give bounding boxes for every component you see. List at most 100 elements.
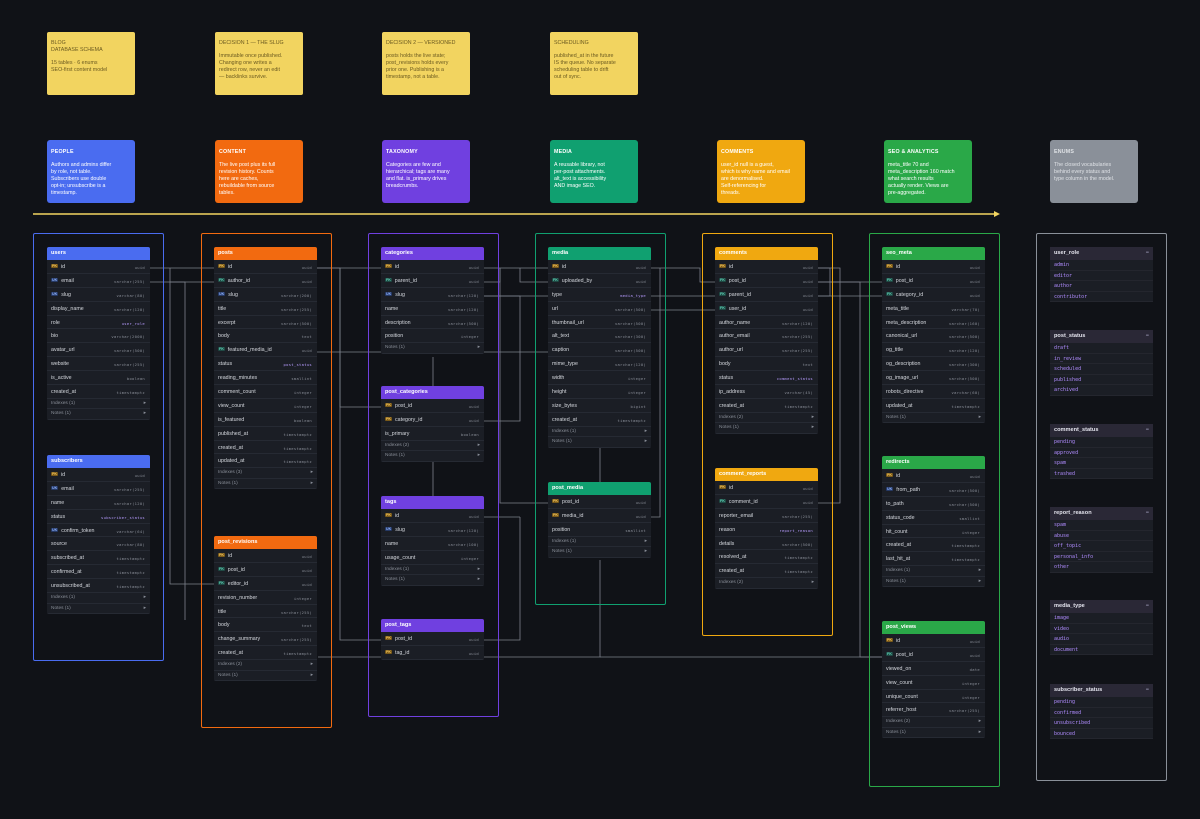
table-footer-toggle[interactable]: Notes (1) ▸ xyxy=(47,604,150,615)
table-row[interactable]: thumbnail_url varchar(500) xyxy=(548,316,651,330)
table-footer-toggle[interactable]: Indexes (3) ▸ xyxy=(214,468,317,479)
table-header[interactable]: post_categories xyxy=(381,386,484,399)
table-row[interactable]: referrer_host varchar(255) xyxy=(882,703,985,718)
table-footer-toggle[interactable]: Notes (1) ▸ xyxy=(214,479,317,490)
table-row[interactable]: title varchar(255) xyxy=(214,605,317,619)
table-footer-toggle[interactable]: Notes (1) ▸ xyxy=(882,577,985,588)
enum-report-reason[interactable]: report_reason ••• spam abuse off_topic person… xyxy=(1050,507,1153,573)
table-footer-toggle[interactable]: Notes (1) ▸ xyxy=(548,547,651,558)
table-row[interactable]: FK parent_id uuid xyxy=(715,288,818,302)
table-row[interactable]: UK slug varchar(200) xyxy=(214,288,317,302)
table-post-categories[interactable]: post_categories PK post_id uuid PK category_i… xyxy=(381,386,484,462)
table-header[interactable]: post_revisions xyxy=(214,536,317,549)
table-row[interactable]: created_at timestamptz xyxy=(882,538,985,553)
table-header[interactable]: tags xyxy=(381,496,484,509)
table-users[interactable]: users PK id uuid UK email varchar(255) UK slug va… xyxy=(47,247,150,420)
table-row[interactable]: PK tag_id uuid xyxy=(381,646,484,660)
table-row[interactable]: status_code smallint xyxy=(882,511,985,525)
table-row[interactable]: position integer xyxy=(381,329,484,344)
table-row[interactable]: author_email varchar(255) xyxy=(715,329,818,344)
table-row[interactable]: excerpt varchar(500) xyxy=(214,316,317,330)
table-row[interactable]: reporter_email varchar(255) xyxy=(715,509,818,523)
table-row[interactable]: change_summary varchar(255) xyxy=(214,632,317,647)
table-row[interactable]: PK id uuid xyxy=(715,260,818,274)
table-header[interactable]: post_tags xyxy=(381,619,484,632)
table-footer-toggle[interactable]: Notes (1) ▸ xyxy=(882,413,985,424)
table-row[interactable]: is_featured boolean xyxy=(214,413,317,427)
table-row[interactable]: FK user_id uuid xyxy=(715,302,818,316)
table-row[interactable]: updated_at timestamptz xyxy=(882,399,985,413)
table-row[interactable]: PK id uuid xyxy=(47,468,150,482)
table-footer-toggle[interactable]: Notes (1) ▸ xyxy=(715,423,818,434)
table-tags[interactable]: tags PK id uuid UK slug varchar(120) name varcha… xyxy=(381,496,484,586)
table-row[interactable]: body text xyxy=(715,357,818,372)
table-row[interactable]: FK post_id uuid xyxy=(715,274,818,288)
table-row[interactable]: size_bytes bigint xyxy=(548,399,651,413)
table-row[interactable]: FK author_id uuid xyxy=(214,274,317,288)
table-row[interactable]: FK post_id uuid xyxy=(882,648,985,662)
table-row[interactable]: type media_type xyxy=(548,288,651,302)
table-row[interactable]: is_primary boolean xyxy=(381,427,484,441)
table-post-media[interactable]: post_media PK post_id uuid PK media_id uuid pos… xyxy=(548,482,651,558)
table-row[interactable]: robots_directive varchar(60) xyxy=(882,385,985,399)
table-row[interactable]: PK id uuid xyxy=(715,481,818,495)
table-header[interactable]: seo_meta xyxy=(882,247,985,260)
table-row[interactable]: UK email varchar(255) xyxy=(47,274,150,288)
table-row[interactable]: subscribed_at timestamptz xyxy=(47,551,150,566)
table-row[interactable]: is_active boolean xyxy=(47,371,150,386)
table-row[interactable]: bio varchar(2000) xyxy=(47,329,150,344)
table-row[interactable]: FK parent_id uuid xyxy=(381,274,484,288)
table-footer-toggle[interactable]: Notes (1) ▸ xyxy=(214,671,317,682)
table-row[interactable]: mime_type varchar(120) xyxy=(548,357,651,372)
table-row[interactable]: UK confirm_token varchar(64) xyxy=(47,524,150,538)
table-row[interactable]: position smallint xyxy=(548,523,651,537)
table-row[interactable]: PK id uuid xyxy=(214,549,317,563)
table-row[interactable]: FK post_id uuid xyxy=(882,274,985,288)
table-row[interactable]: published_at timestamptz xyxy=(214,427,317,441)
table-header[interactable]: post_media xyxy=(548,482,651,495)
table-post-revisions[interactable]: post_revisions PK id uuid FK post_id uuid FK edi… xyxy=(214,536,317,682)
table-row[interactable]: details varchar(500) xyxy=(715,537,818,551)
more-options-icon[interactable]: ••• xyxy=(1146,424,1149,437)
table-row[interactable]: PK id uuid xyxy=(548,260,651,274)
table-row[interactable]: name varchar(120) xyxy=(47,496,150,510)
table-row[interactable]: UK slug varchar(80) xyxy=(47,288,150,302)
more-options-icon[interactable]: ••• xyxy=(1146,247,1149,260)
table-row[interactable]: width integer xyxy=(548,371,651,386)
table-comments[interactable]: comments PK id uuid FK post_id uuid FK parent_id… xyxy=(715,247,818,434)
table-row[interactable]: reading_minutes smallint xyxy=(214,371,317,386)
table-row[interactable]: og_title varchar(120) xyxy=(882,343,985,358)
table-row[interactable]: name varchar(100) xyxy=(381,537,484,551)
table-posts[interactable]: posts PK id uuid FK author_id uuid UK slug varcha… xyxy=(214,247,317,490)
table-redirects[interactable]: redirects PK id uuid UK from_path varchar(500)… xyxy=(882,456,985,588)
table-row[interactable]: UK email varchar(255) xyxy=(47,482,150,496)
table-row[interactable]: PK id uuid xyxy=(882,469,985,483)
table-footer-toggle[interactable]: Indexes (1) ▸ xyxy=(381,565,484,576)
table-row[interactable]: og_image_url varchar(500) xyxy=(882,371,985,386)
table-row[interactable]: url varchar(500) xyxy=(548,302,651,316)
table-row[interactable]: display_name varchar(120) xyxy=(47,302,150,316)
table-row[interactable]: body text xyxy=(214,618,317,633)
table-row[interactable]: PK post_id uuid xyxy=(548,495,651,509)
enum-comment-status[interactable]: comment_status ••• pending approved spam tras… xyxy=(1050,424,1153,479)
more-options-icon[interactable]: ••• xyxy=(1146,684,1149,697)
enum-header[interactable]: subscriber_status ••• xyxy=(1050,684,1153,697)
table-row[interactable]: comment_count integer xyxy=(214,385,317,399)
table-row[interactable]: last_hit_at timestamptz xyxy=(882,552,985,567)
table-footer-toggle[interactable]: Indexes (2) ▸ xyxy=(715,413,818,424)
table-footer-toggle[interactable]: Notes (1) ▸ xyxy=(47,409,150,420)
table-row[interactable]: revision_number integer xyxy=(214,591,317,605)
table-row[interactable]: created_at timestamptz xyxy=(214,441,317,455)
enum-user-role[interactable]: user_role ••• admin editor author contributor xyxy=(1050,247,1153,302)
table-header[interactable]: media xyxy=(548,247,651,260)
table-row[interactable]: status post_status xyxy=(214,357,317,372)
table-seo-meta[interactable]: seo_meta PK id uuid FK post_id uuid FK category_… xyxy=(882,247,985,424)
table-categories[interactable]: categories PK id uuid FK parent_id uuid UK slug v… xyxy=(381,247,484,354)
table-row[interactable]: PK id uuid xyxy=(882,260,985,274)
table-post-views[interactable]: post_views PK id uuid FK post_id uuid viewed_on… xyxy=(882,621,985,739)
table-row[interactable]: role user_role xyxy=(47,316,150,330)
table-footer-toggle[interactable]: Notes (1) ▸ xyxy=(381,343,484,354)
table-row[interactable]: PK id uuid xyxy=(47,260,150,274)
table-header[interactable]: comment_reports xyxy=(715,468,818,481)
table-row[interactable]: author_url varchar(255) xyxy=(715,343,818,358)
